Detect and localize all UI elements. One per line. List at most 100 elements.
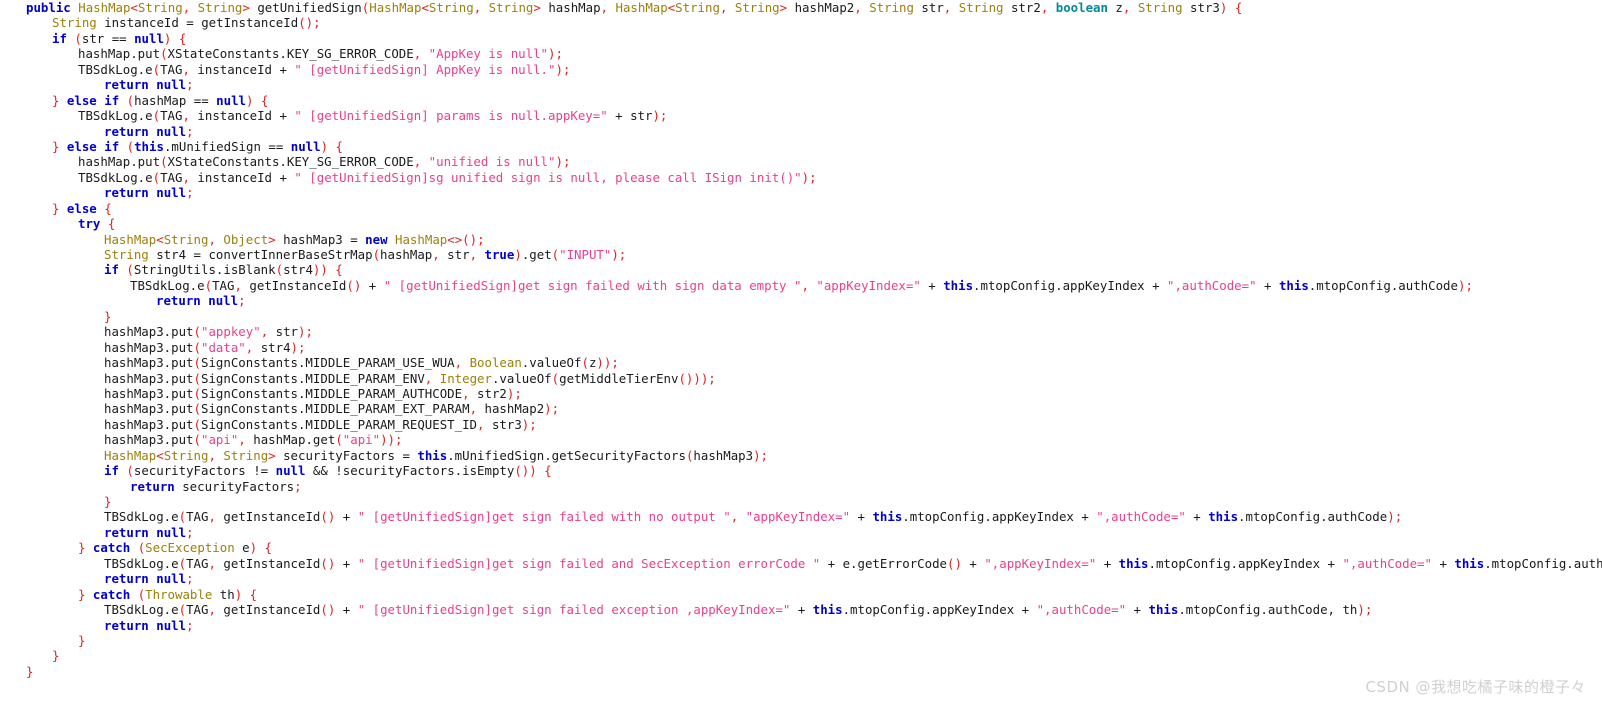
- code-token-kw: return: [130, 478, 175, 494]
- code-token-kw: null: [156, 617, 187, 633]
- code-token-plain: getInstanceId: [215, 555, 321, 571]
- code-token-str: "unified is null": [428, 154, 556, 170]
- code-token-plain: .mUnifiedSign.getSecurityFactors: [447, 447, 686, 463]
- code-token-punc: ()) {: [514, 463, 552, 479]
- code-token-punc: ()));: [678, 370, 716, 386]
- code-token-plain: TAG: [160, 108, 183, 124]
- code-token-kw: else: [66, 200, 97, 216]
- code-line: if (securityFactors != null && !security…: [0, 463, 1602, 478]
- code-token-str: " [getUnifiedSign] params is null.appKey…: [294, 108, 608, 124]
- code-token-punc: (: [193, 432, 201, 448]
- code-token-str: " [getUnifiedSign]sg unified sign is nul…: [294, 169, 802, 185]
- code-token-punc: (: [193, 339, 201, 355]
- code-token-punc: <: [130, 0, 138, 15]
- code-token-punc: );: [298, 324, 313, 340]
- code-token-punc: );: [555, 61, 571, 77]
- code-token-punc: ,: [801, 277, 809, 293]
- code-token-punc: ;: [186, 571, 194, 587]
- code-token-punc: (: [152, 108, 161, 124]
- code-token-plain: str4 = convertInnerBaseStrMap: [148, 247, 373, 262]
- code-token-plain: str ==: [81, 30, 135, 46]
- code-line: } catch (Throwable th) {: [0, 587, 1602, 602]
- code-token-punc: ,: [600, 0, 609, 15]
- code-token-punc: (: [126, 463, 134, 479]
- code-token-punc: ,: [854, 0, 862, 15]
- code-token-type: String: [163, 231, 209, 247]
- code-token-type: HashMap: [369, 0, 422, 15]
- code-token-plain: getInstanceId: [241, 277, 347, 293]
- code-token-plain: hashMap.put: [78, 154, 161, 170]
- source-code-listing[interactable]: public HashMap<String, String> getUnifie…: [0, 0, 1602, 679]
- code-token-punc: (): [320, 555, 336, 571]
- code-token-plain: StringUtils.isBlank: [133, 262, 276, 278]
- code-token-plain: securityFactors =: [275, 447, 418, 463]
- code-line: }: [0, 664, 1602, 679]
- code-token-plain: TBSdkLog.e: [104, 555, 179, 571]
- code-token-plain: +: [335, 555, 358, 571]
- code-token-kw: return: [104, 524, 149, 540]
- code-token-plain: str: [268, 324, 298, 340]
- code-token-punc: ,: [208, 602, 216, 618]
- code-token-plain: +: [1431, 555, 1455, 571]
- code-token-plain: TAG: [186, 555, 209, 571]
- code-line: } catch (SecException e) {: [0, 540, 1602, 555]
- code-token-str: " [getUnifiedSign]get sign failed except…: [357, 602, 791, 618]
- code-line: String instanceId = getInstanceId();: [0, 15, 1602, 30]
- code-line: TBSdkLog.e(TAG, instanceId + " [getUnifi…: [0, 170, 1602, 185]
- code-token-kw: catch: [92, 540, 131, 556]
- code-token-punc: <: [421, 0, 429, 15]
- code-token-punc: ,: [238, 432, 246, 448]
- code-token-type: String: [675, 0, 720, 15]
- code-token-punc: }: [78, 540, 93, 556]
- code-line: }: [0, 309, 1602, 324]
- code-token-punc: (): [947, 555, 962, 571]
- code-line: TBSdkLog.e(TAG, getInstanceId() + " [get…: [0, 278, 1602, 293]
- code-token-type: String: [52, 15, 97, 31]
- code-token-kw: null: [134, 30, 164, 46]
- code-token-plain: + str: [607, 108, 653, 124]
- code-token-plain: .mtopConfig.appKeyIndex +: [902, 509, 1097, 525]
- code-token-punc: );: [753, 447, 769, 463]
- code-token-punc: ;: [186, 123, 194, 139]
- code-token-punc: (: [193, 324, 201, 340]
- code-token-type: Object: [223, 231, 269, 247]
- code-token-punc: ) {: [163, 30, 187, 46]
- code-token-punc: }: [52, 92, 67, 108]
- code-token-plain: hashMap: [380, 247, 433, 262]
- code-token-punc: (: [178, 509, 187, 525]
- code-line: }: [0, 494, 1602, 509]
- code-line: }: [0, 633, 1602, 648]
- code-line: public HashMap<String, String> getUnifie…: [0, 0, 1602, 15]
- code-token-plain: str: [913, 0, 944, 15]
- code-token-plain: + e.getErrorCode: [820, 555, 948, 571]
- code-token-kw: if: [104, 138, 120, 154]
- code-token-punc: >: [533, 0, 541, 15]
- code-token-kw: null: [156, 524, 187, 540]
- code-token-prim: boolean: [1055, 0, 1108, 15]
- code-token-punc: );: [611, 247, 627, 262]
- code-line: if (StringUtils.isBlank(str4)) {: [0, 262, 1602, 277]
- code-token-kw: catch: [92, 586, 131, 602]
- code-line: try {: [0, 216, 1602, 231]
- code-token-kw: return: [104, 617, 149, 633]
- code-token-punc: (: [204, 277, 213, 293]
- code-token-plain: str: [439, 247, 470, 262]
- code-token-punc: ,: [469, 247, 478, 262]
- code-token-punc: ,: [208, 447, 216, 463]
- code-line: hashMap.put(XStateConstants.KEY_SG_ERROR…: [0, 46, 1602, 61]
- code-token-punc: );: [1387, 509, 1403, 525]
- code-line: return null;: [0, 124, 1602, 139]
- code-token-plain: hashMap2: [477, 401, 545, 417]
- code-token-punc: );: [1457, 277, 1473, 293]
- code-token-punc: (: [126, 92, 135, 108]
- code-line: return null;: [0, 618, 1602, 633]
- code-token-punc: ,: [182, 61, 190, 77]
- code-token-str: "appKeyIndex=": [816, 277, 921, 293]
- code-token-plain: +: [961, 555, 985, 571]
- code-line: TBSdkLog.e(TAG, instanceId + " [getUnifi…: [0, 62, 1602, 77]
- code-token-str: " [getUnifiedSign]get sign failed and Se…: [357, 555, 821, 571]
- code-token-kw: this: [1278, 277, 1309, 293]
